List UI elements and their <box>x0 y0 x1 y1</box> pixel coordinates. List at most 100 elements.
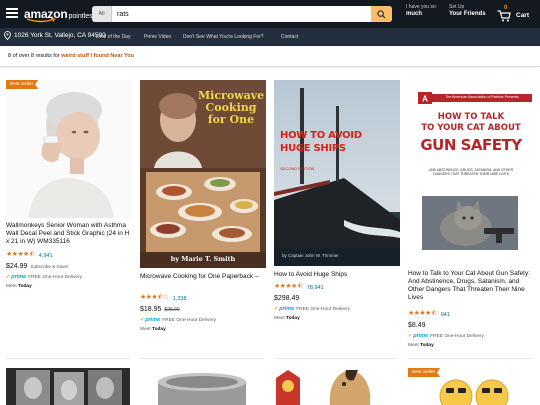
rating-count[interactable]: 78,941 <box>307 285 324 291</box>
product-image-microwave-book[interactable]: Microwave Cooking for One by Marie T. Sm… <box>140 80 266 268</box>
ship-day: Today <box>18 284 32 289</box>
shipping-estimate: Meet Today <box>6 284 32 289</box>
product-image-row2-pillow[interactable] <box>6 368 130 405</box>
row-divider <box>6 358 130 359</box>
subnav-link-prime-video[interactable]: Prime Video <box>144 34 171 40</box>
prime-logo-icon: prime <box>6 274 26 280</box>
prime-logo-icon: prime <box>140 317 160 323</box>
shipping-estimate: Meet Today <box>140 327 166 332</box>
book-cover-subtitle: AND ABSTINENCE, DRUGS, SATANISM, AND OTH… <box>428 168 514 177</box>
location-text: 1026 York St, Vallejo, CA 94590 <box>14 32 106 39</box>
prime-delivery: primeFREE One-Hour Delivery <box>6 274 82 280</box>
prime-logo-icon: prime <box>408 333 428 339</box>
cart-button[interactable]: 0 Cart <box>495 5 535 23</box>
results-info-bar: 8 of over 8 results for weird stuff I fo… <box>0 46 540 67</box>
results-prefix: 8 of over 8 results for <box>8 53 62 59</box>
setup-friends-link[interactable]: Set Up Your Friends <box>449 4 486 17</box>
product-price: $8.49 <box>408 322 426 329</box>
product-image-row2-emoji[interactable]: Best Seller <box>408 368 534 405</box>
search-input[interactable] <box>112 6 371 22</box>
product-image-cat-gun-safety-book[interactable]: A The American Association of Patriots P… <box>408 80 534 260</box>
account-link[interactable]: I have you so much <box>406 4 436 17</box>
svg-text:A: A <box>422 95 428 104</box>
product-rating[interactable]: ★★★★⯪ 941 <box>408 309 450 320</box>
product-rating[interactable]: ★★★★⯪ 78,941 <box>274 282 324 293</box>
deliver-to-location[interactable]: 1026 York St, Vallejo, CA 94590 <box>4 31 106 40</box>
book-cover-title-line3: GUN SAFETY <box>420 136 522 154</box>
cart-label: Cart <box>516 12 530 19</box>
location-pin-icon <box>4 31 11 40</box>
rating-count[interactable]: 941 <box>441 312 450 318</box>
book-cover-title-line2: HUGE SHIPS <box>280 143 346 154</box>
top-nav-bar: amazonpointless All I have you so much S… <box>0 0 540 28</box>
cart-icon <box>497 10 511 22</box>
best-seller-badge: Best Seller <box>408 368 441 377</box>
product-rating[interactable]: ★★★⯪☆ 1,338 <box>140 293 187 304</box>
product-image-inhaler-woman[interactable]: Best Seller <box>6 80 132 218</box>
ship-prefix: Meet <box>274 316 286 321</box>
rating-count[interactable]: 4,941 <box>39 253 53 259</box>
product-image-row2-badge-and-horse[interactable] <box>274 368 398 405</box>
ship-day: Today <box>152 327 166 332</box>
ship-prefix: Meet <box>6 284 18 289</box>
prime-delivery: primeFREE One-Hour Delivery <box>274 306 350 312</box>
cart-count: 0 <box>504 5 508 11</box>
price-value: $8.49 <box>408 322 426 329</box>
subnav-link-not-found[interactable]: Don't See What You're Looking For? <box>183 34 264 40</box>
book-cover-title-line1: HOW TO TALK <box>437 112 505 122</box>
star-rating-icon: ★★★★⯪ <box>6 251 35 258</box>
subnav-link-deals[interactable]: Deal of the Day <box>96 34 130 40</box>
ship-prefix: Meet <box>140 327 152 332</box>
price-value: $18.95 <box>140 306 162 313</box>
star-rating-icon: ★★★★⯪ <box>408 310 437 317</box>
product-title[interactable]: Microwave Cooking for One Paperback – <box>140 273 266 281</box>
prime-delivery: primeFREE One-Hour Delivery <box>408 333 484 339</box>
product-title[interactable]: Wallmonkeys Senior Woman with Asthma Wal… <box>6 222 132 246</box>
search-bar: All <box>92 6 392 22</box>
best-seller-badge: Best Seller <box>6 80 39 89</box>
subscribe-save-note: Subscribe & Save! <box>30 264 69 269</box>
ship-prefix: Meet <box>408 343 420 348</box>
delivery-text: FREE One-Hour Delivery <box>162 318 217 323</box>
shipping-estimate: Meet Today <box>274 316 300 321</box>
prime-logo-icon: prime <box>274 306 294 312</box>
amazon-logo[interactable]: amazonpointless <box>24 5 96 23</box>
product-image-huge-ships-book[interactable]: HOW TO AVOID HUGE SHIPS SECOND EDITION b… <box>274 80 400 266</box>
book-cover-author: by Captain John W. Trimmer <box>282 253 339 258</box>
book-cover-title-line1: HOW TO AVOID <box>280 130 362 141</box>
star-rating-icon: ★★★★⯪ <box>274 283 303 290</box>
ship-day: Today <box>420 343 434 348</box>
results-query[interactable]: weird stuff I found Near You <box>61 53 134 59</box>
product-price: $24.99 Subscribe & Save! <box>6 263 68 270</box>
account-line1: I have you so <box>406 4 436 10</box>
results-count: 8 of over 8 results for weird stuff I fo… <box>8 53 134 59</box>
product-rating[interactable]: ★★★★⯪ 4,941 <box>6 250 53 261</box>
list-price: $25.99 <box>164 307 180 313</box>
smile-arrow-icon <box>26 18 56 23</box>
product-title[interactable]: How to Talk to Your Cat About Gun Safety… <box>408 270 534 302</box>
prime-delivery: primeFREE One-Hour Delivery <box>140 317 216 323</box>
rating-count[interactable]: 1,338 <box>173 296 187 302</box>
search-button[interactable] <box>371 6 392 22</box>
book-cover-author: by Marie T. Smith <box>170 255 236 263</box>
star-rating-icon: ★★★⯪☆ <box>140 294 169 301</box>
product-image-row2-tin[interactable] <box>140 368 264 405</box>
product-price: $298.49 <box>274 295 299 302</box>
book-cover-assoc: The American Association of Patriots Pre… <box>445 95 519 99</box>
search-icon <box>377 9 386 19</box>
product-price: $18.95 $25.99 <box>140 306 180 313</box>
search-department-select[interactable]: All <box>92 6 112 22</box>
price-value: $298.49 <box>274 295 300 302</box>
hamburger-menu-icon[interactable] <box>6 8 18 18</box>
ship-day: Today <box>286 316 300 321</box>
row-divider <box>274 358 398 359</box>
row-divider <box>408 358 534 359</box>
delivery-text: FREE One-Hour Delivery <box>28 275 83 280</box>
price-value: $24.99 <box>6 263 28 270</box>
product-title[interactable]: How to Avoid Huge Ships <box>274 271 400 279</box>
subnav-link-contact[interactable]: Contact <box>281 34 298 40</box>
setup-line2: Your Friends <box>449 10 486 17</box>
row-divider <box>140 358 264 359</box>
delivery-text: FREE One-Hour Delivery <box>296 307 351 312</box>
book-cover-edition: SECOND EDITION <box>280 166 315 171</box>
